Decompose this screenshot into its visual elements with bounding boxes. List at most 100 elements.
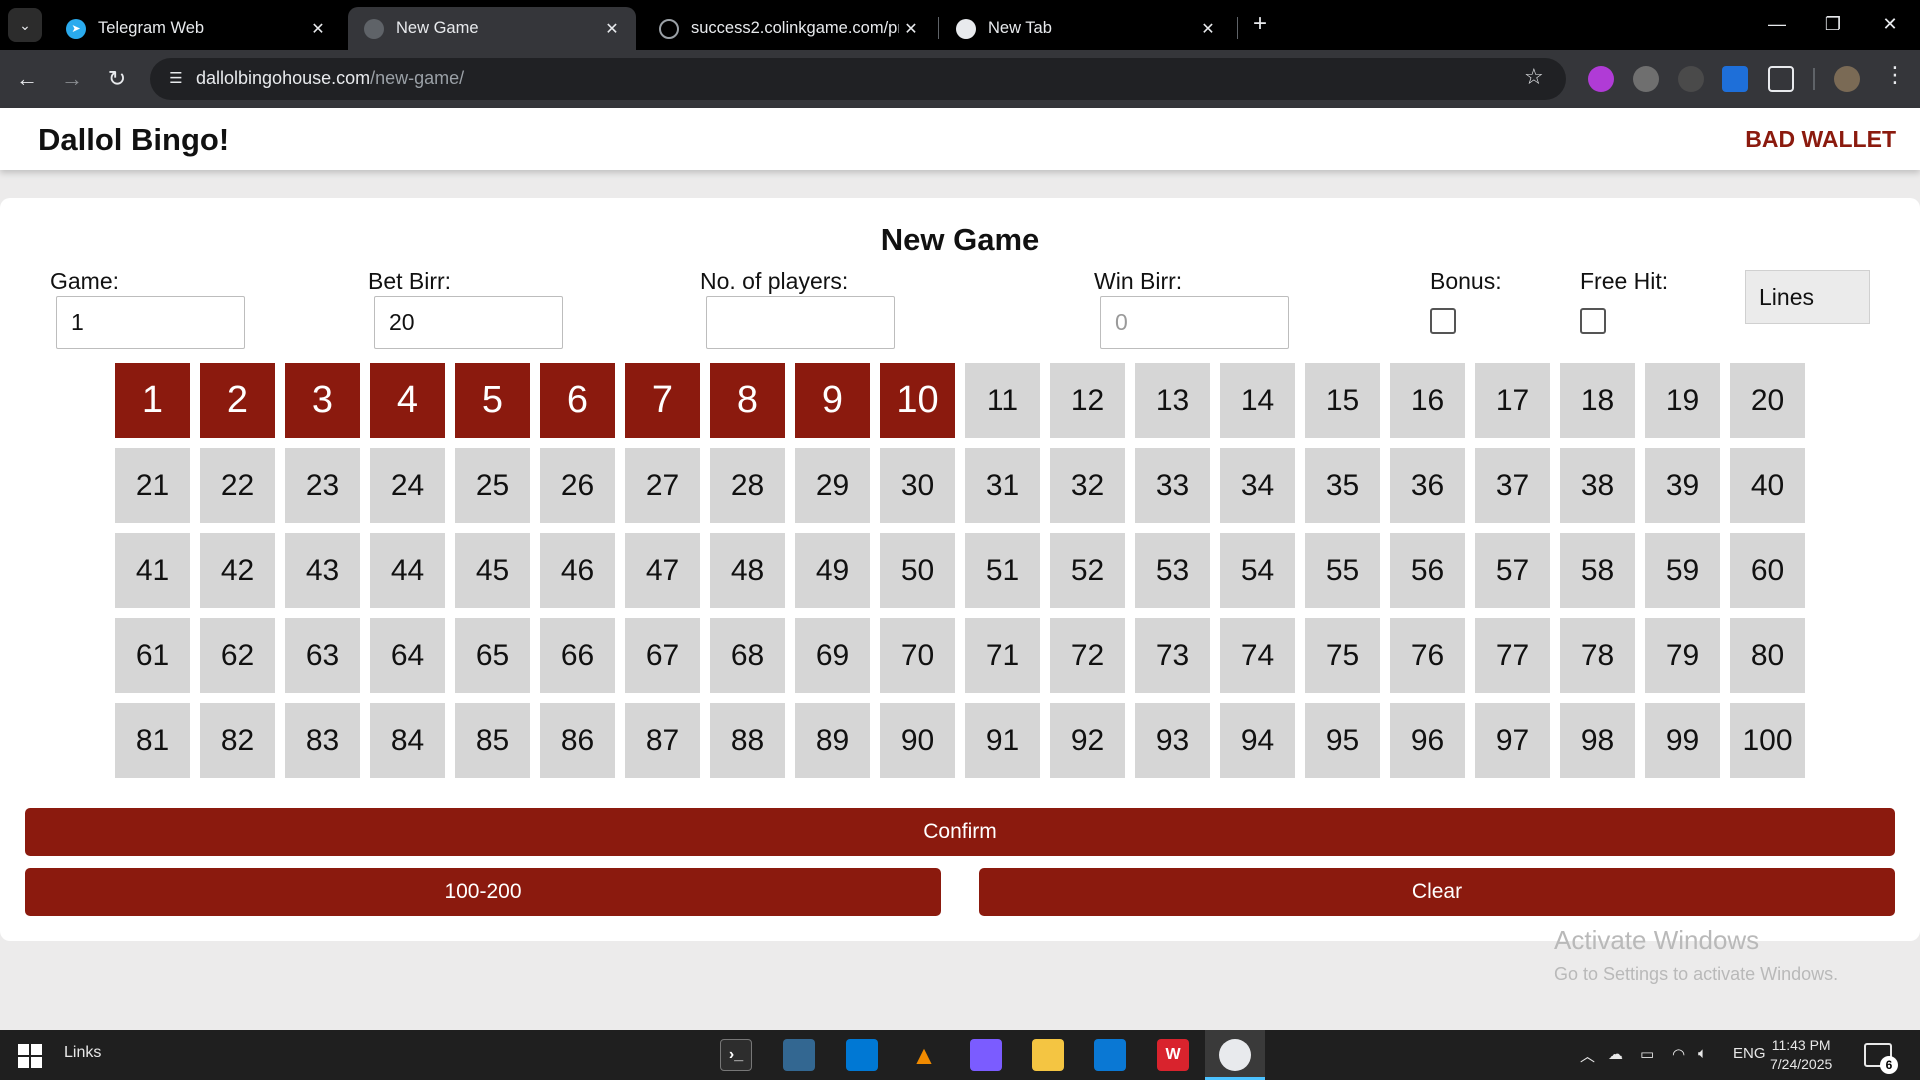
chrome-icon[interactable] <box>1219 1039 1251 1071</box>
wps-office-icon[interactable]: W <box>1157 1039 1189 1071</box>
game-input[interactable] <box>56 296 245 349</box>
number-cell-42[interactable]: 42 <box>200 533 275 608</box>
number-cell-48[interactable]: 48 <box>710 533 785 608</box>
terminal-icon[interactable]: ›_ <box>720 1039 752 1071</box>
number-cell-89[interactable]: 89 <box>795 703 870 778</box>
number-cell-70[interactable]: 70 <box>880 618 955 693</box>
number-cell-34[interactable]: 34 <box>1220 448 1295 523</box>
number-cell-35[interactable]: 35 <box>1305 448 1380 523</box>
microsoft-store-icon[interactable] <box>846 1039 878 1071</box>
number-cell-63[interactable]: 63 <box>285 618 360 693</box>
number-cell-25[interactable]: 25 <box>455 448 530 523</box>
number-cell-56[interactable]: 56 <box>1390 533 1465 608</box>
extension-gray-icon[interactable] <box>1633 66 1659 92</box>
number-cell-94[interactable]: 94 <box>1220 703 1295 778</box>
number-cell-9[interactable]: 9 <box>795 363 870 438</box>
number-cell-10[interactable]: 10 <box>880 363 955 438</box>
number-cell-46[interactable]: 46 <box>540 533 615 608</box>
number-cell-76[interactable]: 76 <box>1390 618 1465 693</box>
forward-arrow-icon[interactable]: → <box>55 62 89 96</box>
tab-colinkgame[interactable]: success2.colinkgame.com/prod ✕ <box>643 7 935 50</box>
number-cell-91[interactable]: 91 <box>965 703 1040 778</box>
number-cell-51[interactable]: 51 <box>965 533 1040 608</box>
number-cell-47[interactable]: 47 <box>625 533 700 608</box>
number-cell-100[interactable]: 100 <box>1730 703 1805 778</box>
back-arrow-icon[interactable]: ← <box>10 62 44 96</box>
close-icon[interactable]: ✕ <box>600 19 624 39</box>
number-cell-96[interactable]: 96 <box>1390 703 1465 778</box>
reload-icon[interactable]: ↻ <box>100 62 134 96</box>
number-cell-62[interactable]: 62 <box>200 618 275 693</box>
wallet-link[interactable]: BAD WALLET <box>1745 126 1896 153</box>
address-url[interactable]: dallolbingohouse.com/new-game/ <box>196 68 464 89</box>
number-cell-81[interactable]: 81 <box>115 703 190 778</box>
number-cell-68[interactable]: 68 <box>710 618 785 693</box>
number-cell-67[interactable]: 67 <box>625 618 700 693</box>
number-cell-15[interactable]: 15 <box>1305 363 1380 438</box>
tab-new-tab[interactable]: New Tab ✕ <box>940 7 1232 50</box>
extension-bug-icon[interactable] <box>1678 66 1704 92</box>
lines-select[interactable]: Lines <box>1745 270 1870 324</box>
number-cell-7[interactable]: 7 <box>625 363 700 438</box>
number-cell-65[interactable]: 65 <box>455 618 530 693</box>
number-cell-74[interactable]: 74 <box>1220 618 1295 693</box>
number-cell-72[interactable]: 72 <box>1050 618 1125 693</box>
number-cell-61[interactable]: 61 <box>115 618 190 693</box>
number-cell-31[interactable]: 31 <box>965 448 1040 523</box>
clear-button[interactable]: Clear <box>979 868 1895 916</box>
battery-icon[interactable]: ▭ <box>1640 1045 1654 1063</box>
number-cell-32[interactable]: 32 <box>1050 448 1125 523</box>
number-cell-17[interactable]: 17 <box>1475 363 1550 438</box>
number-cell-18[interactable]: 18 <box>1560 363 1635 438</box>
number-cell-50[interactable]: 50 <box>880 533 955 608</box>
onedrive-icon[interactable]: ☁ <box>1608 1045 1623 1063</box>
number-cell-57[interactable]: 57 <box>1475 533 1550 608</box>
number-cell-22[interactable]: 22 <box>200 448 275 523</box>
number-cell-5[interactable]: 5 <box>455 363 530 438</box>
number-cell-87[interactable]: 87 <box>625 703 700 778</box>
copilot-icon[interactable] <box>970 1039 1002 1071</box>
number-cell-53[interactable]: 53 <box>1135 533 1210 608</box>
number-cell-73[interactable]: 73 <box>1135 618 1210 693</box>
win-input[interactable] <box>1100 296 1289 349</box>
number-cell-54[interactable]: 54 <box>1220 533 1295 608</box>
bet-input[interactable] <box>374 296 563 349</box>
number-cell-88[interactable]: 88 <box>710 703 785 778</box>
number-cell-98[interactable]: 98 <box>1560 703 1635 778</box>
number-cell-26[interactable]: 26 <box>540 448 615 523</box>
number-cell-24[interactable]: 24 <box>370 448 445 523</box>
bookmark-star-icon[interactable]: ☆ <box>1524 64 1544 90</box>
number-cell-71[interactable]: 71 <box>965 618 1040 693</box>
number-cell-83[interactable]: 83 <box>285 703 360 778</box>
extension-ft-icon[interactable] <box>1722 66 1748 92</box>
site-info-icon[interactable]: ☰ <box>164 67 188 91</box>
extension-purple-icon[interactable] <box>1588 66 1614 92</box>
number-cell-97[interactable]: 97 <box>1475 703 1550 778</box>
number-cell-29[interactable]: 29 <box>795 448 870 523</box>
number-cell-30[interactable]: 30 <box>880 448 955 523</box>
number-cell-39[interactable]: 39 <box>1645 448 1720 523</box>
number-cell-80[interactable]: 80 <box>1730 618 1805 693</box>
windows-start-icon[interactable] <box>18 1044 42 1068</box>
number-cell-66[interactable]: 66 <box>540 618 615 693</box>
pgadmin-elephant-icon[interactable] <box>783 1039 815 1071</box>
number-cell-59[interactable]: 59 <box>1645 533 1720 608</box>
number-cell-19[interactable]: 19 <box>1645 363 1720 438</box>
number-cell-1[interactable]: 1 <box>115 363 190 438</box>
number-cell-99[interactable]: 99 <box>1645 703 1720 778</box>
number-cell-64[interactable]: 64 <box>370 618 445 693</box>
restore-icon[interactable]: ❐ <box>1813 4 1853 44</box>
close-icon[interactable]: ✕ <box>306 19 330 39</box>
number-cell-95[interactable]: 95 <box>1305 703 1380 778</box>
number-cell-77[interactable]: 77 <box>1475 618 1550 693</box>
site-brand[interactable]: Dallol Bingo! <box>38 122 229 158</box>
number-cell-44[interactable]: 44 <box>370 533 445 608</box>
volume-icon[interactable]: 🔈︎ <box>1698 1045 1707 1062</box>
number-cell-38[interactable]: 38 <box>1560 448 1635 523</box>
kebab-menu-icon[interactable]: ⋮ <box>1880 62 1910 88</box>
minimize-icon[interactable]: — <box>1757 4 1797 44</box>
number-cell-2[interactable]: 2 <box>200 363 275 438</box>
number-cell-90[interactable]: 90 <box>880 703 955 778</box>
number-cell-6[interactable]: 6 <box>540 363 615 438</box>
number-cell-3[interactable]: 3 <box>285 363 360 438</box>
